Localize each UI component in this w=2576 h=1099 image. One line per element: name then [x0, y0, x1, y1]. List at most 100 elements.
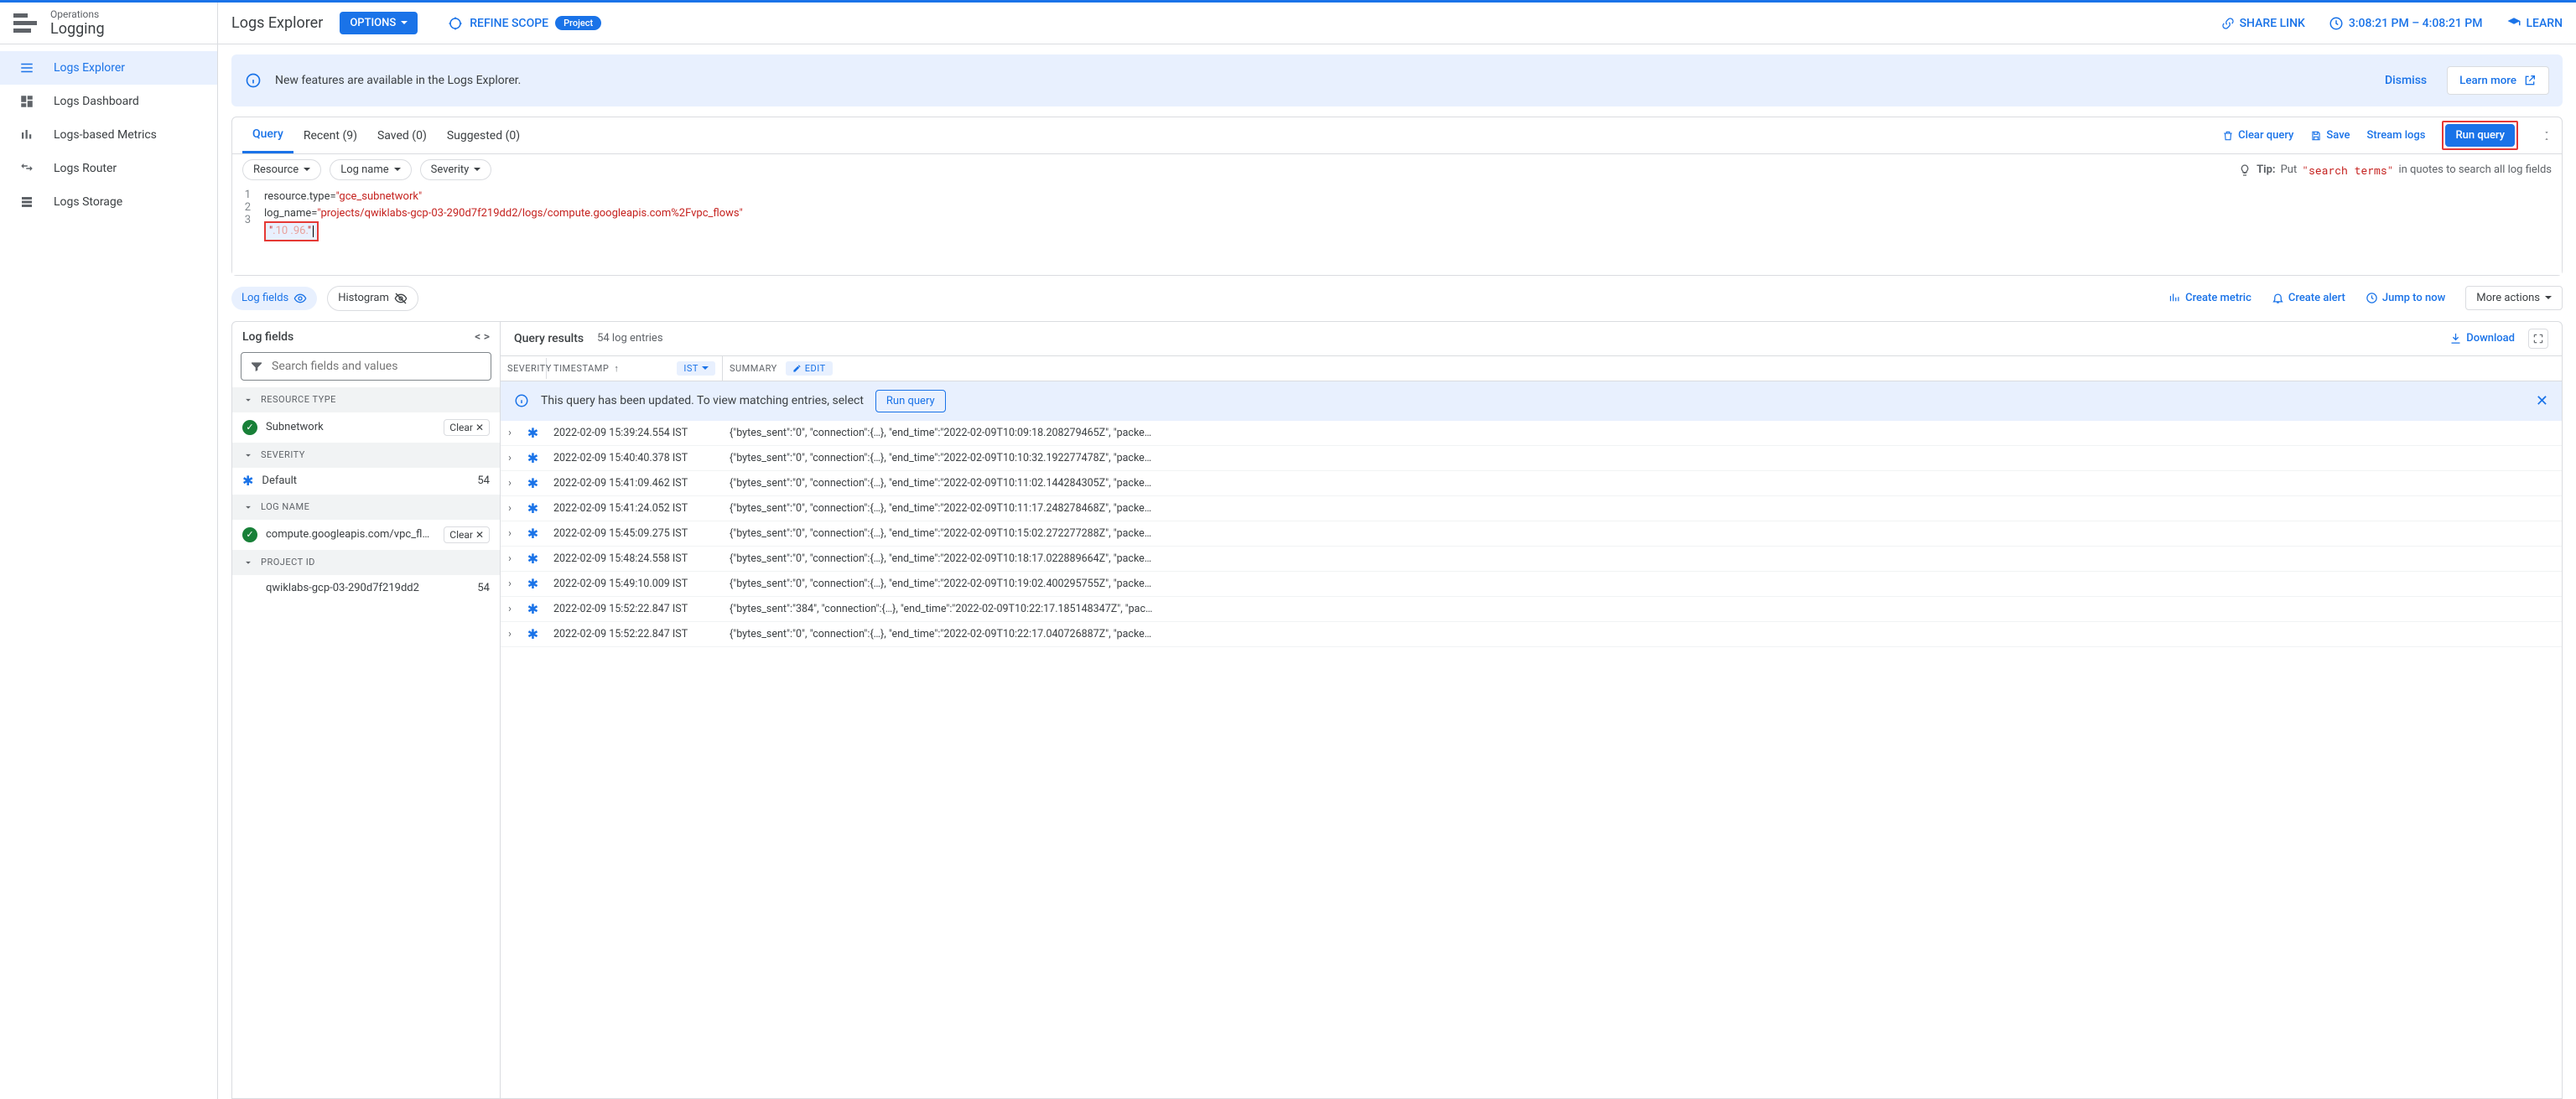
- search-fields-input[interactable]: [241, 352, 491, 381]
- scope-chip: Project: [555, 16, 601, 30]
- run-query-button[interactable]: Run query: [2445, 124, 2515, 147]
- log-row[interactable]: ›✱2022-02-09 15:41:24.052 IST{"bytes_sen…: [501, 496, 2562, 521]
- info-icon: [245, 72, 262, 89]
- metric-icon: [2168, 292, 2181, 304]
- learn-button[interactable]: LEARN: [2506, 16, 2563, 31]
- expand-row-button[interactable]: ›: [501, 527, 519, 540]
- time-range-button[interactable]: 3:08:21 PM – 4:08:21 PM: [2329, 16, 2483, 31]
- sidebar-item-logs-dashboard[interactable]: Logs Dashboard: [0, 85, 217, 118]
- query-tabs: Query Recent (9) Saved (0) Suggested (0)…: [232, 117, 2562, 154]
- log-row[interactable]: ›✱2022-02-09 15:40:40.378 IST{"bytes_sen…: [501, 446, 2562, 471]
- close-notice-button[interactable]: ✕: [2536, 392, 2548, 410]
- results-title: Query results: [514, 332, 584, 345]
- main-content: Logs Explorer OPTIONS REFINE SCOPE Proje…: [218, 3, 2576, 1099]
- field-group-header[interactable]: RESOURCE TYPE: [232, 387, 500, 412]
- jump-to-now-button[interactable]: Jump to now: [2366, 292, 2445, 304]
- field-label: qwiklabs-gcp-03-290d7f219dd2: [266, 582, 419, 594]
- options-button[interactable]: OPTIONS: [340, 12, 418, 34]
- tab-recent[interactable]: Recent (9): [293, 117, 367, 153]
- log-timestamp: 2022-02-09 15:49:10.009 IST: [547, 578, 723, 590]
- tab-suggested[interactable]: Suggested (0): [437, 117, 530, 153]
- resource-filter[interactable]: Resource: [242, 159, 321, 180]
- log-row[interactable]: ›✱2022-02-09 15:49:10.009 IST{"bytes_sen…: [501, 572, 2562, 597]
- log-row[interactable]: ›✱2022-02-09 15:45:09.275 IST{"bytes_sen…: [501, 521, 2562, 547]
- expand-row-button[interactable]: ›: [501, 452, 519, 464]
- log-row[interactable]: ›✱2022-02-09 15:52:22.847 IST{"bytes_sen…: [501, 622, 2562, 647]
- editor-code[interactable]: resource.type="gce_subnetwork" log_name=…: [257, 185, 2562, 275]
- download-button[interactable]: Download: [2449, 332, 2515, 345]
- code-icon[interactable]: < >: [475, 330, 490, 344]
- edit-summary-button[interactable]: EDIT: [786, 361, 833, 376]
- chevron-down-icon: [242, 449, 254, 461]
- pencil-icon: [792, 364, 802, 373]
- query-editor[interactable]: 123 resource.type="gce_subnetwork" log_n…: [232, 185, 2562, 275]
- expand-row-button[interactable]: ›: [501, 628, 519, 640]
- info-banner: New features are available in the Logs E…: [231, 54, 2563, 106]
- expand-row-button[interactable]: ›: [501, 578, 519, 590]
- dismiss-button[interactable]: Dismiss: [2385, 74, 2427, 87]
- timezone-selector[interactable]: IST: [677, 361, 715, 376]
- expand-row-button[interactable]: ›: [501, 427, 519, 439]
- field-item[interactable]: ✓compute.googleapis.com/vpc_fl…Clear ✕: [232, 520, 500, 550]
- sidebar-header: Operations Logging: [0, 3, 217, 44]
- expand-collapse-toggle[interactable]: [2542, 129, 2552, 143]
- create-metric-button[interactable]: Create metric: [2168, 292, 2251, 304]
- field-label: Default: [262, 474, 297, 487]
- field-group-header[interactable]: LOG NAME: [232, 495, 500, 520]
- clear-field-button[interactable]: Clear ✕: [444, 419, 490, 436]
- field-item[interactable]: ✓SubnetworkClear ✕: [232, 412, 500, 443]
- severity-icon: ✱: [519, 551, 547, 567]
- log-row[interactable]: ›✱2022-02-09 15:48:24.558 IST{"bytes_sen…: [501, 547, 2562, 572]
- create-alert-button[interactable]: Create alert: [2272, 292, 2345, 304]
- log-row[interactable]: ›✱2022-02-09 15:39:24.554 IST{"bytes_sen…: [501, 421, 2562, 446]
- col-timestamp[interactable]: TIMESTAMP ↑ IST: [547, 356, 723, 381]
- expand-row-button[interactable]: ›: [501, 603, 519, 615]
- log-summary: {"bytes_sent":"0", "connection":{…}, "en…: [723, 502, 2562, 515]
- clear-field-button[interactable]: Clear ✕: [444, 526, 490, 543]
- chevron-down-icon: [242, 501, 254, 513]
- search-fields-field[interactable]: [272, 360, 482, 373]
- save-button[interactable]: Save: [2310, 129, 2350, 142]
- chevron-down-icon: [242, 394, 254, 406]
- run-query-highlight: Run query: [2442, 121, 2518, 150]
- sidebar-item-logs-explorer[interactable]: Logs Explorer: [0, 51, 217, 85]
- field-item[interactable]: ✱Default54: [232, 468, 500, 495]
- expand-row-button[interactable]: ›: [501, 477, 519, 490]
- severity-filter[interactable]: Severity: [420, 159, 492, 180]
- log-row[interactable]: ›✱2022-02-09 15:52:22.847 IST{"bytes_sen…: [501, 597, 2562, 622]
- results-count: 54 log entries: [597, 332, 662, 345]
- histogram-toggle[interactable]: Histogram: [327, 286, 418, 311]
- log-row[interactable]: ›✱2022-02-09 15:41:09.462 IST{"bytes_sen…: [501, 471, 2562, 496]
- log-rows[interactable]: ›✱2022-02-09 15:39:24.554 IST{"bytes_sen…: [501, 421, 2562, 1099]
- learn-more-button[interactable]: Learn more: [2447, 66, 2549, 95]
- fullscreen-button[interactable]: [2528, 329, 2548, 349]
- log-summary: {"bytes_sent":"0", "connection":{…}, "en…: [723, 628, 2562, 640]
- download-icon: [2449, 332, 2462, 345]
- field-item[interactable]: qwiklabs-gcp-03-290d7f219dd254: [232, 575, 500, 601]
- clear-query-button[interactable]: Clear query: [2222, 129, 2293, 142]
- field-group-header[interactable]: SEVERITY: [232, 443, 500, 468]
- stream-logs-button[interactable]: Stream logs: [2367, 129, 2426, 142]
- product-title: Logging: [50, 20, 105, 39]
- query-tip: Tip: Put "search terms" in quotes to sea…: [2238, 163, 2552, 178]
- refine-scope-button[interactable]: REFINE SCOPE Project: [448, 16, 601, 31]
- sidebar: Operations Logging Logs Explorer Logs Da…: [0, 3, 218, 1099]
- run-query-inline-button[interactable]: Run query: [875, 390, 946, 412]
- share-link-button[interactable]: SHARE LINK: [2221, 17, 2305, 30]
- sidebar-item-logs-storage[interactable]: Logs Storage: [0, 185, 217, 219]
- tab-saved[interactable]: Saved (0): [367, 117, 437, 153]
- tab-query[interactable]: Query: [242, 117, 293, 153]
- more-actions-button[interactable]: More actions: [2465, 286, 2563, 310]
- log-fields-toggle[interactable]: Log fields: [231, 287, 317, 310]
- expand-row-button[interactable]: ›: [501, 552, 519, 565]
- col-severity[interactable]: SEVERITY: [501, 358, 547, 379]
- sidebar-item-logs-router[interactable]: Logs Router: [0, 152, 217, 185]
- logs-panel: Query results 54 log entries Download SE…: [501, 322, 2562, 1099]
- expand-row-button[interactable]: ›: [501, 502, 519, 515]
- field-group-header[interactable]: PROJECT ID: [232, 550, 500, 575]
- sidebar-item-logs-metrics[interactable]: Logs-based Metrics: [0, 118, 217, 152]
- caret-down-icon: [2545, 292, 2552, 304]
- list-icon: [17, 60, 37, 75]
- logname-filter[interactable]: Log name: [330, 159, 411, 180]
- log-timestamp: 2022-02-09 15:52:22.847 IST: [547, 628, 723, 640]
